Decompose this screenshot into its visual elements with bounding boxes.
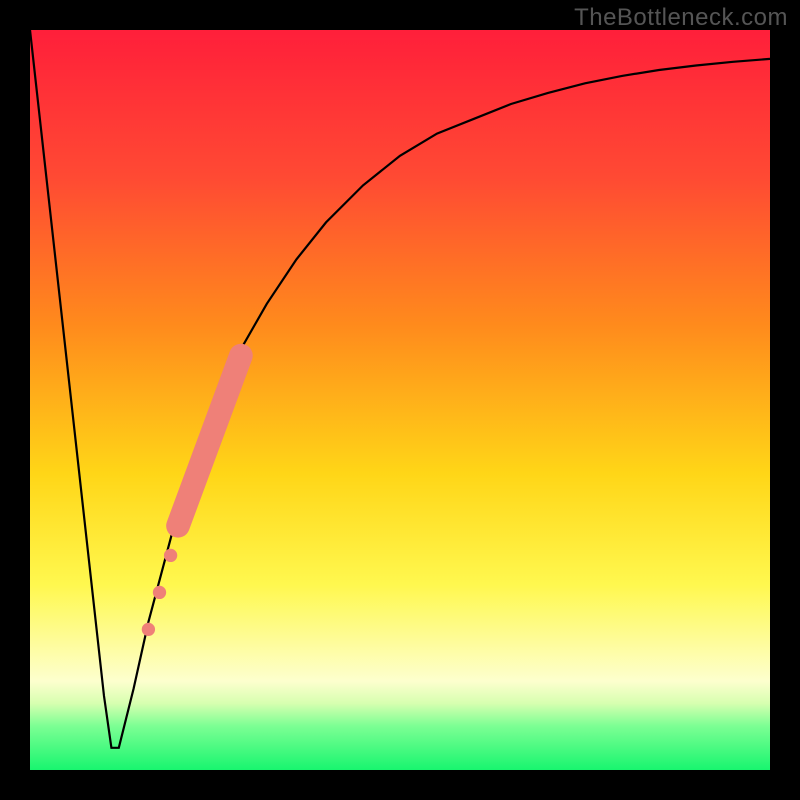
gpu-range-marker (142, 356, 241, 636)
bottleneck-curve-line (30, 30, 770, 748)
curve-path (30, 30, 770, 748)
gpu-range-dot (164, 549, 177, 562)
gpu-range-dot (153, 586, 166, 599)
gpu-range-stroke (178, 356, 241, 526)
chart-overlay-svg (0, 0, 800, 800)
gpu-range-dot (142, 623, 155, 636)
watermark-text: TheBottleneck.com (574, 4, 788, 32)
chart-container: TheBottleneck.com (0, 0, 800, 800)
